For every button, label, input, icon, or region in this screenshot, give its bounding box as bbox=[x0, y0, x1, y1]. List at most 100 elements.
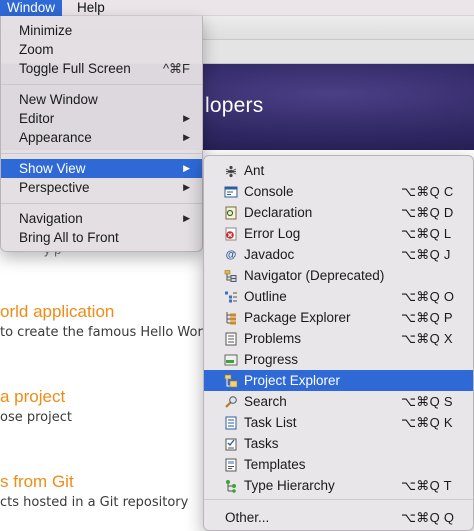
menu-item-bring-all-to-front[interactable]: Bring All to Front bbox=[1, 228, 202, 247]
menu-item-zoom[interactable]: Zoom bbox=[1, 40, 202, 59]
menu-separator bbox=[1, 203, 202, 204]
submenu-item-other[interactable]: Other... ⌥⌘Q Q bbox=[204, 507, 473, 528]
submenu-arrow-icon: ▶ bbox=[183, 132, 190, 142]
submenu-item-shortcut: ⌥⌘Q O bbox=[401, 289, 455, 304]
welcome-item-title-git[interactable]: s from Git bbox=[0, 472, 74, 492]
submenu-item-task-list[interactable]: Task List ⌥⌘Q K bbox=[204, 412, 473, 433]
welcome-item-desc-hello-world: to create the famous Hello Wor bbox=[0, 325, 203, 340]
submenu-item-label: Progress bbox=[244, 352, 299, 367]
menu-item-shortcut: ^⌘F bbox=[162, 61, 190, 76]
navigator-icon bbox=[224, 269, 238, 283]
submenu-item-label: Other... bbox=[225, 510, 270, 525]
menubar-help[interactable]: Help bbox=[70, 0, 112, 16]
submenu-item-ant[interactable]: Ant bbox=[204, 160, 473, 181]
welcome-item-title-project[interactable]: a project bbox=[0, 387, 65, 407]
submenu-item-label: Navigator (Deprecated) bbox=[244, 268, 385, 283]
submenu-item-progress[interactable]: Progress bbox=[204, 349, 473, 370]
menu-item-label: Zoom bbox=[19, 42, 54, 57]
menu-separator bbox=[1, 84, 202, 85]
menu-item-label: New Window bbox=[19, 92, 98, 107]
submenu-item-label: Declaration bbox=[244, 205, 313, 220]
submenu-item-label: Task List bbox=[244, 415, 297, 430]
menu-item-appearance[interactable]: Appearance ▶ bbox=[1, 128, 202, 147]
menu-item-navigation[interactable]: Navigation ▶ bbox=[1, 209, 202, 228]
menu-item-label: Show View bbox=[19, 161, 86, 176]
submenu-item-shortcut: ⌥⌘Q J bbox=[401, 247, 451, 262]
submenu-item-console[interactable]: Console ⌥⌘Q C bbox=[204, 181, 473, 202]
menu-item-minimize[interactable]: Minimize bbox=[1, 21, 202, 40]
submenu-item-label: Search bbox=[244, 394, 287, 409]
menu-item-new-window[interactable]: New Window bbox=[1, 90, 202, 109]
submenu-item-outline[interactable]: Outline ⌥⌘Q O bbox=[204, 286, 473, 307]
menu-item-label: Navigation bbox=[19, 211, 83, 226]
type-hierarchy-icon bbox=[224, 479, 238, 493]
submenu-item-label: Outline bbox=[244, 289, 287, 304]
submenu-item-label: Type Hierarchy bbox=[244, 478, 335, 493]
submenu-item-label: Templates bbox=[244, 457, 306, 472]
templates-icon bbox=[224, 458, 238, 472]
submenu-item-project-explorer[interactable]: Project Explorer bbox=[204, 370, 473, 391]
submenu-item-package-explorer[interactable]: Package Explorer ⌥⌘Q P bbox=[204, 307, 473, 328]
menu-item-label: Bring All to Front bbox=[19, 230, 119, 245]
menu-item-label: Perspective bbox=[19, 180, 90, 195]
project-explorer-icon bbox=[224, 374, 238, 388]
menu-bar: Window Help bbox=[0, 0, 474, 16]
menu-item-toggle-full-screen[interactable]: Toggle Full Screen ^⌘F bbox=[1, 59, 202, 78]
tasks-icon bbox=[224, 437, 238, 451]
submenu-item-javadoc[interactable]: @ Javadoc ⌥⌘Q J bbox=[204, 244, 473, 265]
submenu-item-label: Javadoc bbox=[244, 247, 295, 262]
submenu-item-label: Package Explorer bbox=[244, 310, 351, 325]
submenu-item-shortcut: ⌥⌘Q D bbox=[401, 205, 454, 220]
menu-item-label: Editor bbox=[19, 111, 55, 126]
problems-icon bbox=[224, 332, 238, 346]
menu-item-label: Toggle Full Screen bbox=[19, 61, 131, 76]
package-explorer-icon bbox=[224, 311, 238, 325]
submenu-item-shortcut: ⌥⌘Q S bbox=[401, 394, 453, 409]
submenu-item-type-hierarchy[interactable]: Type Hierarchy ⌥⌘Q T bbox=[204, 475, 473, 496]
menu-separator bbox=[1, 153, 202, 154]
submenu-item-shortcut: ⌥⌘Q C bbox=[401, 184, 454, 199]
submenu-item-shortcut: ⌥⌘Q L bbox=[401, 226, 452, 241]
menu-item-label: Appearance bbox=[19, 130, 92, 145]
submenu-item-label: Console bbox=[244, 184, 294, 199]
submenu-item-shortcut: ⌥⌘Q Q bbox=[401, 510, 455, 525]
submenu-arrow-icon: ▶ bbox=[183, 182, 190, 192]
submenu-separator bbox=[204, 499, 473, 500]
submenu-item-tasks[interactable]: Tasks bbox=[204, 433, 473, 454]
console-icon bbox=[224, 185, 238, 199]
search-icon bbox=[224, 395, 238, 409]
submenu-item-shortcut: ⌥⌘Q X bbox=[401, 331, 453, 346]
menu-item-label: Minimize bbox=[19, 23, 73, 38]
javadoc-icon: @ bbox=[225, 249, 237, 261]
submenu-item-label: Problems bbox=[244, 331, 302, 346]
welcome-item-desc-project: ose project bbox=[0, 410, 72, 425]
welcome-item-title-hello-world[interactable]: orld application bbox=[0, 302, 114, 322]
ant-icon bbox=[224, 164, 238, 178]
task-list-icon bbox=[224, 416, 238, 430]
submenu-item-error-log[interactable]: Error Log ⌥⌘Q L bbox=[204, 223, 473, 244]
submenu-arrow-icon: ▶ bbox=[183, 163, 190, 173]
submenu-item-shortcut: ⌥⌘Q P bbox=[401, 310, 453, 325]
submenu-item-search[interactable]: Search ⌥⌘Q S bbox=[204, 391, 473, 412]
submenu-item-templates[interactable]: Templates bbox=[204, 454, 473, 475]
welcome-banner-title: lopers bbox=[205, 94, 264, 117]
welcome-item-desc-git: cts hosted in a Git repository bbox=[0, 495, 189, 510]
submenu-item-shortcut: ⌥⌘Q K bbox=[401, 415, 453, 430]
declaration-icon bbox=[224, 206, 238, 220]
submenu-item-problems[interactable]: Problems ⌥⌘Q X bbox=[204, 328, 473, 349]
menu-item-perspective[interactable]: Perspective ▶ bbox=[1, 178, 202, 197]
menu-item-show-view[interactable]: Show View ▶ bbox=[1, 159, 202, 178]
error-log-icon bbox=[224, 227, 238, 241]
submenu-item-label: Project Explorer bbox=[244, 373, 341, 388]
show-view-submenu: Ant Console ⌥⌘Q C Declaration ⌥⌘Q D Erro… bbox=[203, 155, 474, 531]
submenu-item-label: Tasks bbox=[244, 436, 279, 451]
submenu-arrow-icon: ▶ bbox=[183, 113, 190, 123]
submenu-item-declaration[interactable]: Declaration ⌥⌘Q D bbox=[204, 202, 473, 223]
outline-icon bbox=[224, 290, 238, 304]
submenu-item-shortcut: ⌥⌘Q T bbox=[401, 478, 452, 493]
menubar-window[interactable]: Window bbox=[0, 0, 63, 16]
submenu-item-navigator[interactable]: Navigator (Deprecated) bbox=[204, 265, 473, 286]
window-menu: Minimize Zoom Toggle Full Screen ^⌘F New… bbox=[0, 16, 203, 252]
progress-icon bbox=[224, 353, 238, 367]
menu-item-editor[interactable]: Editor ▶ bbox=[1, 109, 202, 128]
